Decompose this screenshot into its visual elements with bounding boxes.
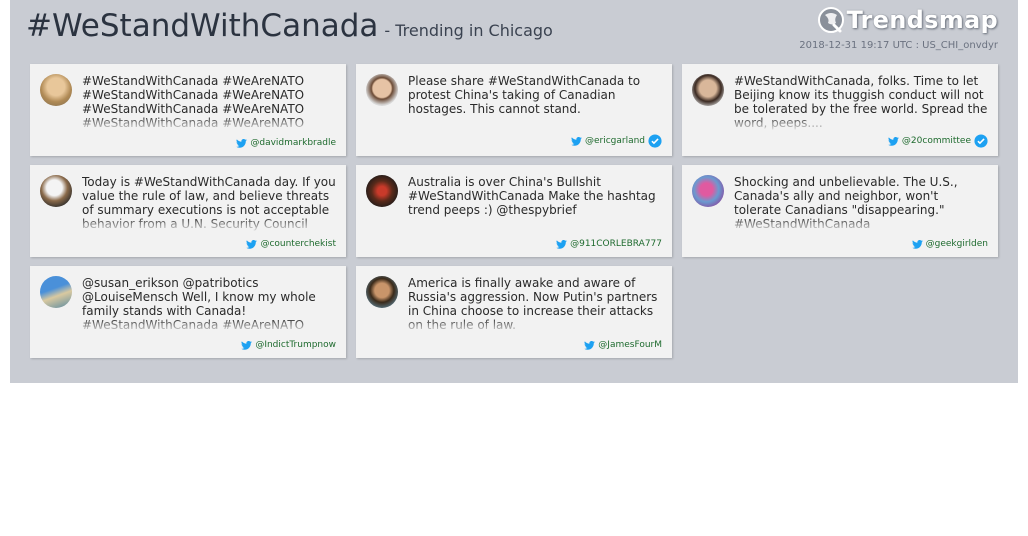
handle-text: @20committee: [901, 136, 971, 146]
tweet-handle[interactable]: @davidmarkbradle: [236, 138, 336, 148]
tweet-text: @susan_erikson @patribotics @LouiseMensc…: [82, 276, 336, 332]
trendsmap-logo[interactable]: Trendsmap: [817, 6, 998, 34]
avatar[interactable]: [40, 175, 72, 207]
handle-text: @911CORLEBRA777: [570, 239, 662, 249]
avatar[interactable]: [40, 276, 72, 308]
tweet-card[interactable]: Australia is over China's Bullshit #WeSt…: [356, 165, 672, 257]
tweet-handle[interactable]: @counterchekist: [246, 239, 336, 249]
tweet-text: Today is #WeStandWithCanada day. If you …: [82, 175, 336, 231]
tweet-card[interactable]: #WeStandWithCanada #WeAreNATO #WeStandWi…: [30, 64, 346, 156]
tweet-handle[interactable]: @ericgarland: [571, 134, 662, 148]
avatar[interactable]: [366, 276, 398, 308]
twitter-bird-icon: [236, 138, 248, 148]
handle-text: @ericgarland: [584, 136, 645, 146]
avatar[interactable]: [366, 175, 398, 207]
twitter-bird-icon: [241, 340, 253, 350]
tweet-handle[interactable]: @20committee: [888, 134, 988, 148]
twitter-bird-icon: [246, 239, 258, 249]
tweet-handle[interactable]: @JamesFourM: [584, 340, 662, 350]
tweet-handle[interactable]: @IndictTrumpnow: [241, 340, 336, 350]
trending-location: - Trending in Chicago: [384, 21, 553, 40]
tweet-card[interactable]: @susan_erikson @patribotics @LouiseMensc…: [30, 266, 346, 358]
twitter-bird-icon: [911, 239, 923, 249]
twitter-bird-icon: [584, 340, 596, 350]
handle-text: @IndictTrumpnow: [255, 340, 336, 350]
tweet-card[interactable]: Shocking and unbelievable. The U.S., Can…: [682, 165, 998, 257]
tweet-text: Australia is over China's Bullshit #WeSt…: [408, 175, 662, 231]
handle-text: @counterchekist: [260, 239, 336, 249]
tweet-handle[interactable]: @911CORLEBRA777: [556, 239, 662, 249]
handle-text: @davidmarkbradle: [250, 138, 336, 148]
brand-name: Trendsmap: [846, 6, 998, 34]
tweet-card[interactable]: America is finally awake and aware of Ru…: [356, 266, 672, 358]
twitter-bird-icon: [571, 136, 582, 146]
page-title: #WeStandWithCanada - Trending in Chicago: [26, 8, 553, 44]
handle-text: @JamesFourM: [598, 340, 662, 350]
tweet-handle[interactable]: @geekgirlden: [911, 239, 988, 249]
trend-panel: #WeStandWithCanada - Trending in Chicago …: [10, 0, 1018, 383]
verified-badge-icon: [648, 134, 662, 148]
tweet-text: #WeStandWithCanada, folks. Time to let B…: [734, 74, 988, 130]
avatar[interactable]: [692, 175, 724, 207]
twitter-bird-icon: [556, 239, 567, 249]
twitter-bird-icon: [888, 136, 899, 146]
tweet-text: Shocking and unbelievable. The U.S., Can…: [734, 175, 988, 231]
avatar[interactable]: [692, 74, 724, 106]
tweet-text: America is finally awake and aware of Ru…: [408, 276, 662, 332]
tweet-text: Please share #WeStandWithCanada to prote…: [408, 74, 662, 130]
tweet-card[interactable]: #WeStandWithCanada, folks. Time to let B…: [682, 64, 998, 156]
handle-text: @geekgirlden: [925, 239, 988, 249]
timestamp: 2018-12-31 19:17 UTC : US_CHI_onvdyr: [799, 40, 998, 51]
tweet-text: #WeStandWithCanada #WeAreNATO #WeStandWi…: [82, 74, 336, 130]
avatar[interactable]: [40, 74, 72, 106]
verified-badge-icon: [974, 134, 988, 148]
tweet-card[interactable]: Today is #WeStandWithCanada day. If you …: [30, 165, 346, 257]
hashtag-title[interactable]: #WeStandWithCanada: [26, 8, 378, 44]
globe-icon: [817, 7, 844, 33]
avatar[interactable]: [366, 74, 398, 106]
tweet-card[interactable]: Please share #WeStandWithCanada to prote…: [356, 64, 672, 156]
